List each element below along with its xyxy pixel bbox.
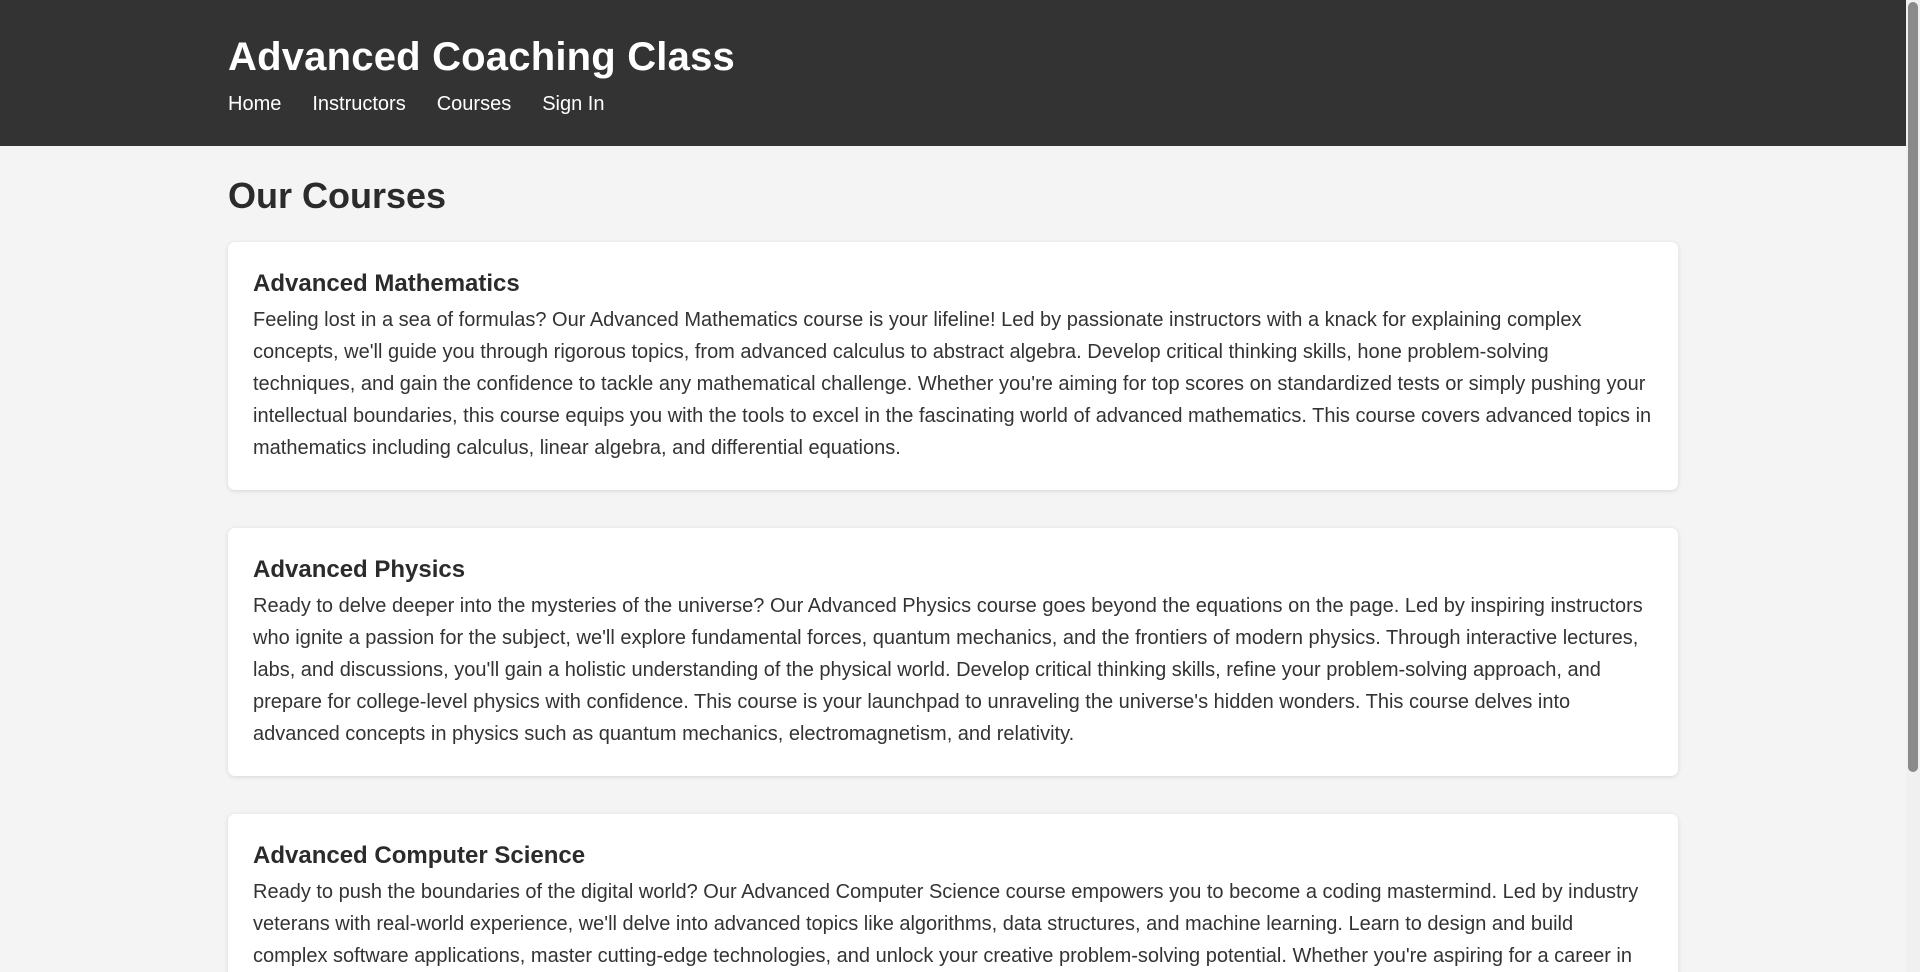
course-title: Advanced Computer Science xyxy=(253,842,586,869)
vertical-scrollbar[interactable] xyxy=(1906,0,1920,972)
course-description: Ready to push the boundaries of the digi… xyxy=(253,881,1639,967)
course-description: Feeling lost in a sea of formulas? Our A… xyxy=(253,309,1652,459)
main-content: Our Courses Advanced Mathematics Feeling… xyxy=(228,146,1678,972)
course-card-mathematics: Advanced Mathematics Feeling lost in a s… xyxy=(228,242,1678,490)
nav-link-home[interactable]: Home xyxy=(228,91,281,117)
scrollbar-thumb[interactable] xyxy=(1908,2,1918,772)
page-heading: Our Courses xyxy=(228,175,447,216)
course-title: Advanced Mathematics xyxy=(253,270,520,297)
course-title: Advanced Physics xyxy=(253,556,466,583)
course-card-physics: Advanced Physics Ready to delve deeper i… xyxy=(228,528,1678,776)
nav-link-instructors[interactable]: Instructors xyxy=(312,91,405,117)
course-description: Ready to delve deeper into the mysteries… xyxy=(253,595,1643,745)
site-header: Advanced Coaching Class Home Instructors… xyxy=(0,0,1920,146)
nav-link-sign-in[interactable]: Sign In xyxy=(542,91,604,117)
nav-link-courses[interactable]: Courses xyxy=(437,91,511,117)
site-title: Advanced Coaching Class xyxy=(228,35,735,79)
main-nav: Home Instructors Courses Sign In xyxy=(228,91,1920,117)
page: Advanced Coaching Class Home Instructors… xyxy=(0,0,1920,972)
course-card-computer-science: Advanced Computer Science Ready to push … xyxy=(228,814,1678,972)
